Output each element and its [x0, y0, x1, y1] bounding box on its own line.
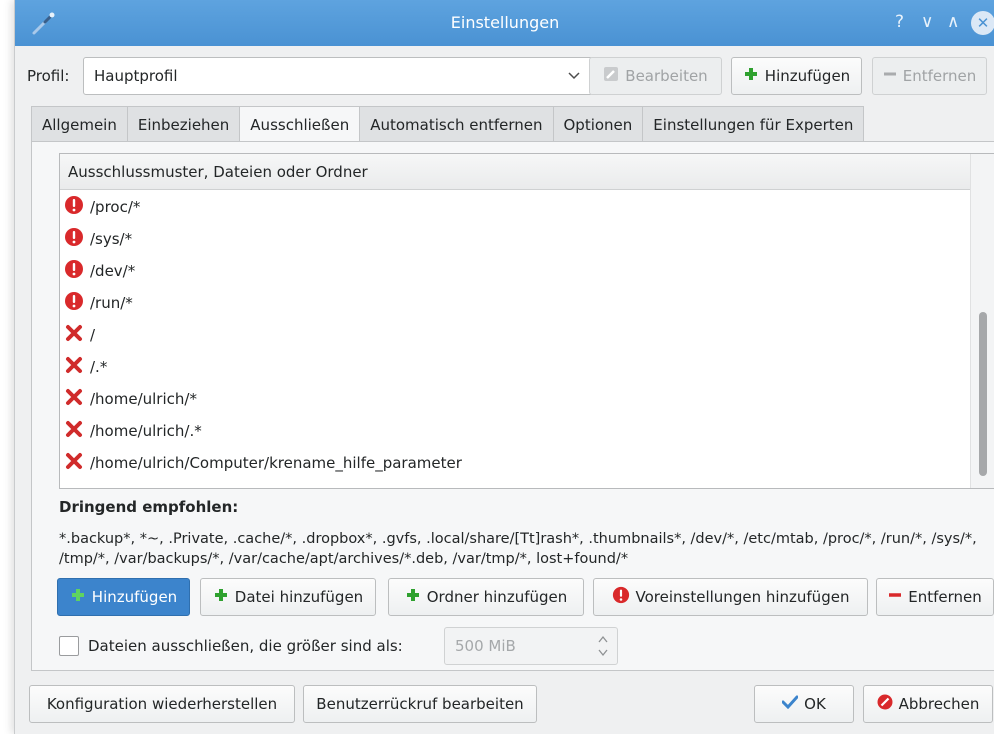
list-item[interactable]: /home/ulrich/.*: [60, 415, 970, 447]
plus-icon: [213, 587, 229, 607]
add-folder-button[interactable]: Ordner hinzufügen: [388, 578, 584, 616]
list-item-text: /.*: [90, 358, 108, 376]
warning-icon: [64, 291, 84, 315]
add-profile-button[interactable]: Hinzufügen: [731, 57, 862, 95]
list-item[interactable]: /run/*: [60, 287, 970, 319]
profile-label: Profil:: [27, 67, 70, 85]
recommended-text: *.backup*, *~, .Private, .cache/*, .drop…: [59, 531, 977, 567]
list-item[interactable]: /proc/*: [60, 191, 970, 223]
add-button-label: Hinzufügen: [91, 588, 178, 606]
tab-optionen[interactable]: Optionen: [553, 106, 644, 142]
exclude-list[interactable]: Ausschlussmuster, Dateien oder Ordner /p…: [59, 153, 994, 489]
list-item[interactable]: /dev/*: [60, 255, 970, 287]
list-item-text: /home/ulrich/*: [90, 390, 197, 408]
close-button[interactable]: ✕: [971, 11, 994, 35]
checkmark-icon: [781, 695, 799, 713]
list-item-text: /home/ulrich/.*: [90, 422, 202, 440]
cancel-label: Abbrechen: [898, 695, 980, 713]
ok-label: OK: [804, 695, 826, 713]
tab-bar: Allgemein Einbeziehen Ausschließen Autom…: [31, 106, 865, 142]
edit-callback-button[interactable]: Benutzerrückruf bearbeiten: [303, 685, 537, 723]
plus-icon: [743, 66, 759, 86]
add-defaults-button[interactable]: Voreinstellungen hinzufügen: [593, 578, 868, 616]
warning-icon: [64, 227, 84, 251]
add-file-label: Datei hinzufügen: [234, 588, 364, 606]
tab-ausschliessen[interactable]: Ausschließen: [240, 106, 361, 142]
remove-button[interactable]: Entfernen: [876, 578, 994, 616]
list-item-text: /sys/*: [90, 230, 133, 248]
spin-arrows-icon[interactable]: [597, 631, 609, 666]
scrollbar-thumb[interactable]: [979, 312, 987, 476]
cancel-button[interactable]: Abbrechen: [863, 685, 993, 723]
size-filter-label: Dateien ausschließen, die größer sind al…: [88, 637, 403, 655]
pencil-icon: [603, 66, 619, 86]
restore-config-button[interactable]: Konfiguration wiederherstellen: [29, 685, 295, 723]
warning-icon: [64, 259, 84, 283]
cancel-icon: [877, 694, 893, 714]
add-folder-label: Ordner hinzufügen: [426, 588, 568, 606]
window-title: Einstellungen: [450, 13, 560, 32]
list-item-text: /run/*: [90, 294, 133, 312]
size-spinbox[interactable]: 500 MiB: [444, 627, 618, 665]
x-icon: [64, 387, 84, 411]
remove-profile-label: Entfernen: [902, 67, 977, 85]
tab-einstellungen-experten[interactable]: Einstellungen für Experten: [643, 106, 865, 142]
plus-icon: [405, 587, 421, 607]
list-item[interactable]: /.*: [60, 351, 970, 383]
x-icon: [64, 323, 84, 347]
exclude-tab-panel: Ausschlussmuster, Dateien oder Ordner /p…: [31, 141, 994, 671]
x-icon: [64, 451, 84, 475]
remove-button-label: Entfernen: [908, 588, 982, 606]
remove-profile-button[interactable]: Entfernen: [872, 57, 987, 95]
title-bar[interactable]: Einstellungen ? ∨ ∧ ✕: [15, 0, 994, 46]
maximize-button[interactable]: ∧: [947, 10, 959, 34]
x-icon: [64, 419, 84, 443]
plus-icon: [70, 587, 86, 607]
minus-icon: [888, 588, 902, 606]
list-item[interactable]: /home/ulrich/*: [60, 383, 970, 415]
restore-config-label: Konfiguration wiederherstellen: [46, 695, 278, 713]
help-button[interactable]: ?: [895, 10, 904, 34]
minimize-button[interactable]: ∨: [921, 10, 933, 34]
x-icon: [64, 355, 84, 379]
add-file-button[interactable]: Datei hinzufügen: [200, 578, 376, 616]
ok-button[interactable]: OK: [754, 685, 854, 723]
tab-allgemein[interactable]: Allgemein: [31, 106, 128, 142]
edit-callback-label: Benutzerrückruf bearbeiten: [316, 695, 524, 713]
warning-icon: [64, 195, 84, 219]
list-item[interactable]: /sys/*: [60, 223, 970, 255]
size-spinbox-value: 500 MiB: [455, 637, 516, 655]
list-item[interactable]: /home/ulrich/Computer/krename_hilfe_para…: [60, 447, 970, 479]
list-header: Ausschlussmuster, Dateien oder Ordner: [60, 154, 970, 190]
list-item-text: /dev/*: [90, 262, 136, 280]
minus-icon: [883, 67, 897, 85]
size-filter-checkbox[interactable]: [59, 636, 79, 656]
edit-profile-label: Bearbeiten: [625, 67, 708, 85]
list-item-text: /: [90, 326, 96, 344]
tab-automatisch-entfernen[interactable]: Automatisch entfernen: [360, 106, 554, 142]
list-item-text: /home/ulrich/Computer/krename_hilfe_para…: [90, 454, 462, 472]
add-profile-label: Hinzufügen: [764, 67, 851, 85]
chevron-down-icon: [568, 58, 580, 108]
profile-select[interactable]: Hauptprofil: [83, 57, 593, 95]
list-rows: /proc/* /sys/* /dev/* /run/* / /.* /home…: [60, 191, 970, 479]
list-item[interactable]: /: [60, 319, 970, 351]
settings-window: Einstellungen ? ∨ ∧ ✕ Profil: Hauptprofi…: [14, 0, 994, 734]
edit-profile-button[interactable]: Bearbeiten: [589, 57, 722, 95]
recommended-title: Dringend empfohlen:: [59, 498, 239, 516]
tab-einbeziehen[interactable]: Einbeziehen: [127, 106, 241, 142]
profile-select-value: Hauptprofil: [94, 67, 178, 85]
add-defaults-label: Voreinstellungen hinzufügen: [635, 588, 850, 606]
list-item-text: /proc/*: [90, 198, 141, 216]
warning-icon: [612, 586, 630, 608]
vertical-scrollbar[interactable]: [970, 154, 994, 488]
add-button[interactable]: Hinzufügen: [57, 578, 190, 616]
